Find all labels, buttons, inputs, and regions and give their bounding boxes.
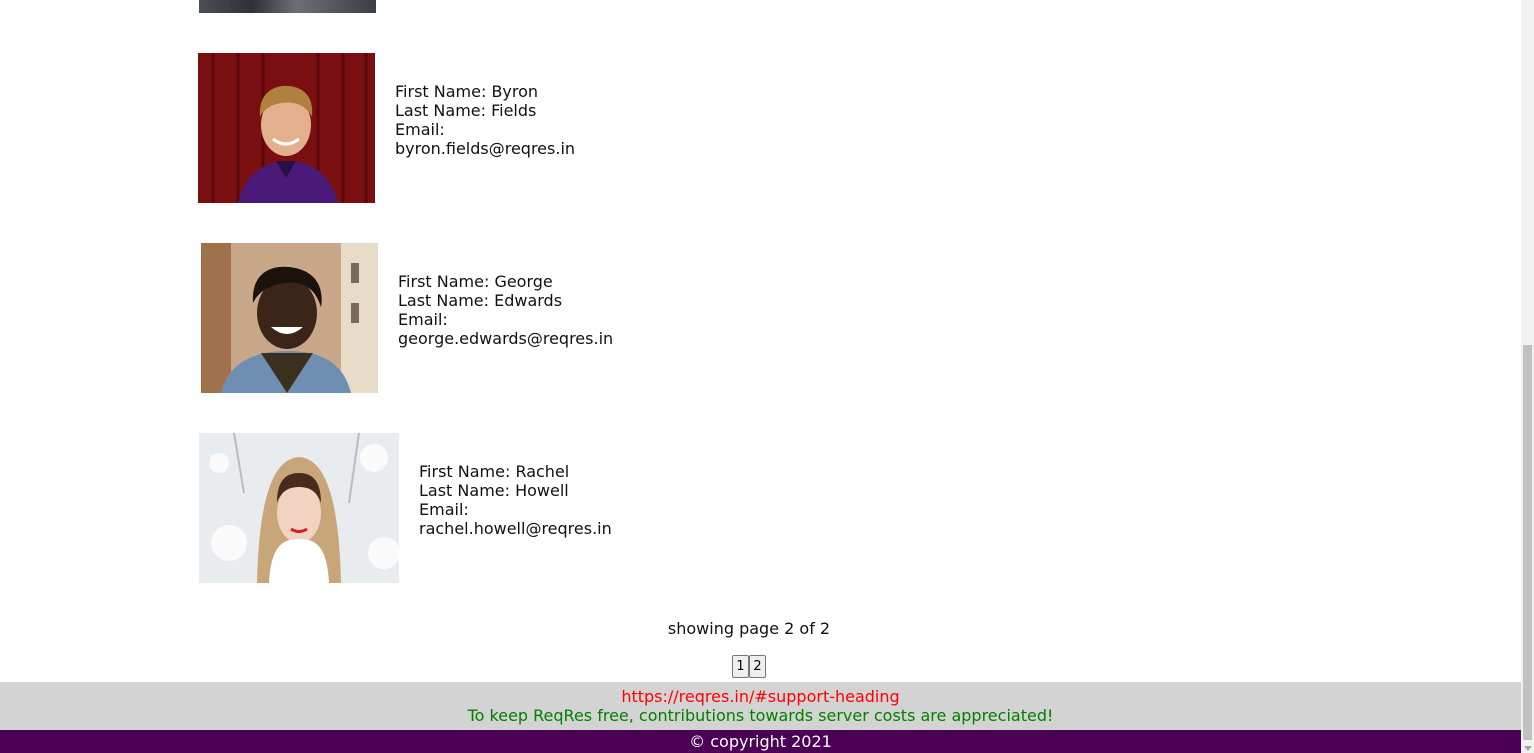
user-avatar xyxy=(199,433,399,583)
email-label: Email: xyxy=(398,310,448,329)
users-page: First Name: Byron Last Name: Fields Emai… xyxy=(0,0,1534,753)
support-link[interactable]: https://reqres.in/#support-heading xyxy=(0,687,1521,706)
pagination: 1 2 xyxy=(732,655,766,678)
user-card: First Name: Rachel Last Name: Howell Ema… xyxy=(199,433,619,583)
scroll-down-arrow-icon[interactable] xyxy=(1524,746,1532,751)
user-info: First Name: Rachel Last Name: Howell Ema… xyxy=(419,462,619,538)
page-2-button[interactable]: 2 xyxy=(749,655,766,678)
user-avatar xyxy=(198,53,375,203)
support-note: To keep ReqRes free, contributions towar… xyxy=(467,706,1054,725)
last-name: Last Name: Fields xyxy=(395,101,537,120)
user-avatar xyxy=(201,243,378,393)
scrollbar-thumb[interactable] xyxy=(1523,345,1532,740)
user-card: First Name: Byron Last Name: Fields Emai… xyxy=(198,53,595,203)
last-name: Last Name: Edwards xyxy=(398,291,563,310)
last-name: Last Name: Howell xyxy=(419,481,569,500)
email-label: Email: xyxy=(395,120,445,139)
user-info: First Name: George Last Name: Edwards Em… xyxy=(398,272,614,348)
scrollbar[interactable] xyxy=(1521,0,1534,753)
user-card: First Name: George Last Name: Edwards Em… xyxy=(201,243,614,393)
user-avatar-partial xyxy=(199,0,376,13)
footer: https://reqres.in/#support-heading To ke… xyxy=(0,682,1521,730)
first-name: First Name: Byron xyxy=(395,82,539,101)
email: byron.fields@reqres.in xyxy=(395,139,576,158)
page-1-button[interactable]: 1 xyxy=(732,655,749,678)
first-name: First Name: Rachel xyxy=(419,462,570,481)
first-name: First Name: George xyxy=(398,272,553,291)
email: rachel.howell@reqres.in xyxy=(419,519,612,538)
page-status: showing page 2 of 2 xyxy=(667,619,831,638)
copyright-bar: © copyright 2021 xyxy=(0,730,1521,753)
user-info: First Name: Byron Last Name: Fields Emai… xyxy=(395,82,595,158)
email-label: Email: xyxy=(419,500,469,519)
email: george.edwards@reqres.in xyxy=(398,329,614,348)
